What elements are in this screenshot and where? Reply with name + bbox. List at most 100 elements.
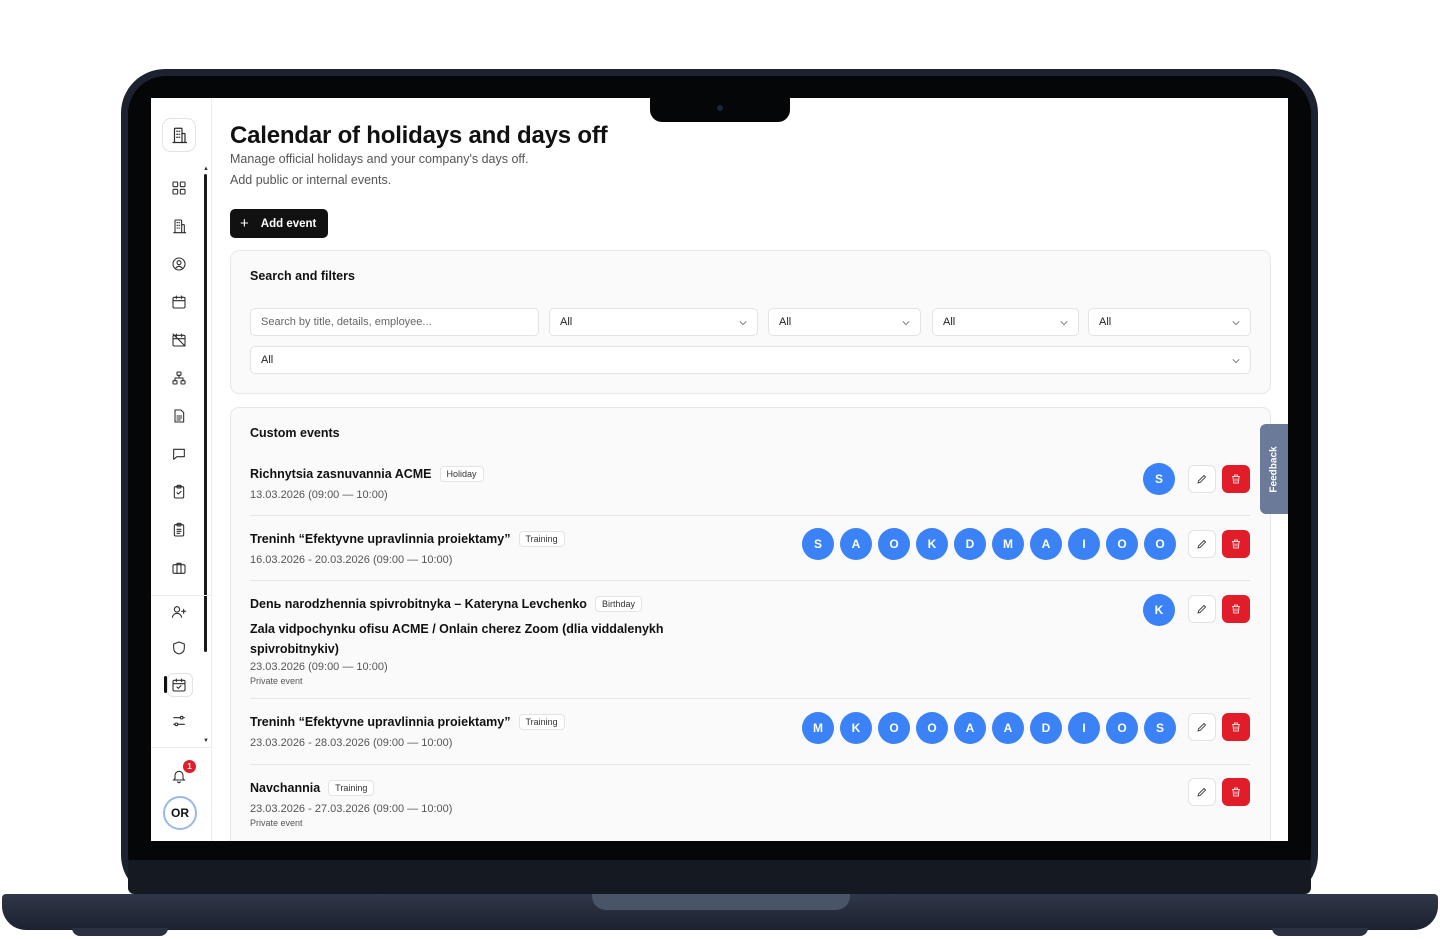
filter-select-5-value: All <box>261 354 274 366</box>
sidebar-scrollbar[interactable] <box>204 174 207 652</box>
filter-select-1[interactable]: All <box>549 308 758 336</box>
row-divider <box>250 764 1251 765</box>
event-date: 23.03.2026 (09:00 — 10:00) <box>250 661 388 673</box>
filter-select-1-value: All <box>560 316 573 328</box>
event-row[interactable]: Richnytsia zasnuvannia ACME Holiday 13.03… <box>250 465 1251 501</box>
delete-button[interactable] <box>1222 713 1250 741</box>
chat-icon[interactable] <box>168 443 190 465</box>
page-subtitle-1: Manage official holidays and your compan… <box>230 152 529 166</box>
company-icon[interactable] <box>168 215 190 237</box>
filters-panel: Search and filters Search by title, deta… <box>230 250 1271 394</box>
add-event-label: Add event <box>260 217 317 230</box>
participant-avatar[interactable]: O <box>1106 528 1138 560</box>
laptop-notch <box>650 97 790 122</box>
participant-avatar[interactable]: A <box>992 712 1024 744</box>
pencil-icon <box>1197 787 1207 797</box>
event-title: Navchannia <box>250 781 321 795</box>
edit-button[interactable] <box>1188 595 1216 623</box>
event-row[interactable]: Navchannia Training 23.03.2026 - 27.03.20… <box>250 779 1251 828</box>
user-avatar[interactable]: OR <box>163 796 197 830</box>
event-type-badge: Holiday <box>439 466 484 482</box>
document-icon[interactable] <box>168 405 190 427</box>
trash-icon <box>1232 474 1240 484</box>
trash-icon <box>1232 722 1240 732</box>
dashboard-icon[interactable] <box>168 177 190 199</box>
sidebar-scroll-down[interactable]: ▼ <box>203 738 209 744</box>
participant-avatar[interactable]: A <box>954 712 986 744</box>
participant-avatar[interactable]: D <box>1030 712 1062 744</box>
participant-avatar[interactable]: A <box>1030 528 1062 560</box>
participant-avatar[interactable]: I <box>1068 712 1100 744</box>
pencil-icon <box>1197 722 1207 732</box>
delete-button[interactable] <box>1222 595 1250 623</box>
filter-select-2-value: All <box>779 316 792 328</box>
calendar-check-icon[interactable] <box>168 674 190 696</box>
participant-avatar[interactable]: O <box>878 712 910 744</box>
pencil-icon <box>1197 474 1207 484</box>
event-title: Richnytsia zasnuvannia ACME <box>250 467 432 481</box>
filters-title: Search and filters <box>250 269 355 283</box>
participant-avatar[interactable]: O <box>1106 712 1138 744</box>
briefcase-icon[interactable] <box>168 557 190 579</box>
sidebar-divider-bottom <box>151 747 211 748</box>
shield-icon[interactable] <box>168 637 190 659</box>
user-plus-icon[interactable] <box>168 601 190 623</box>
participant-avatar[interactable]: O <box>916 712 948 744</box>
edit-button[interactable] <box>1188 713 1216 741</box>
search-input[interactable]: Search by title, details, employee... <box>250 308 539 336</box>
event-row[interactable]: Denь narodzhennia spivrobitnyka – Katery… <box>250 595 1251 686</box>
filter-select-4-value: All <box>1099 316 1112 328</box>
org-chart-icon[interactable] <box>168 367 190 389</box>
edit-button[interactable] <box>1188 530 1216 558</box>
event-type-badge: Training <box>328 780 375 796</box>
page-subtitle-2: Add public or internal events. <box>230 173 392 187</box>
sidebar-scroll-up[interactable]: ▲ <box>203 166 209 172</box>
filter-select-3[interactable]: All <box>932 308 1079 336</box>
edit-button[interactable] <box>1188 778 1216 806</box>
user-circle-icon[interactable] <box>168 253 190 275</box>
feedback-tab[interactable]: Feedback <box>1260 424 1288 514</box>
filter-select-2[interactable]: All <box>768 308 921 336</box>
add-event-button[interactable]: + Add event <box>230 209 328 238</box>
settings-sliders-icon[interactable] <box>168 710 190 732</box>
clipboard-check-icon[interactable] <box>168 481 190 503</box>
delete-button[interactable] <box>1222 778 1250 806</box>
chevron-down-icon <box>1232 318 1240 326</box>
clipboard-list-icon[interactable] <box>168 519 190 541</box>
participant-avatar[interactable]: A <box>840 528 872 560</box>
laptop-chin <box>128 860 1311 894</box>
edit-button[interactable] <box>1188 465 1216 493</box>
participant-avatar[interactable]: M <box>802 712 834 744</box>
building-icon <box>172 127 188 144</box>
laptop-base <box>2 894 1438 930</box>
trash-icon <box>1232 787 1240 797</box>
event-date: 13.03.2026 (09:00 — 10:00) <box>250 489 388 501</box>
event-type-badge: Training <box>518 714 565 730</box>
participant-avatar[interactable]: I <box>1068 528 1100 560</box>
filter-select-4[interactable]: All <box>1088 308 1251 336</box>
participant-avatar[interactable]: O <box>1144 528 1176 560</box>
participants-list: K <box>1143 594 1175 626</box>
participant-avatar[interactable]: K <box>840 712 872 744</box>
participant-avatar[interactable]: K <box>916 528 948 560</box>
participants-list: S A O K D M A I O O <box>802 528 1176 560</box>
laptop-foot-right <box>1272 928 1368 936</box>
participant-avatar[interactable]: S <box>1144 712 1176 744</box>
calendar-off-icon[interactable] <box>168 329 190 351</box>
participant-avatar[interactable]: S <box>802 528 834 560</box>
sidebar-divider <box>151 595 211 596</box>
delete-button[interactable] <box>1222 465 1250 493</box>
participant-avatar[interactable]: M <box>992 528 1024 560</box>
event-location: Zala vidpochynku ofisu ACME / Onlain che… <box>250 622 664 656</box>
participant-avatar[interactable]: S <box>1143 463 1175 495</box>
participant-avatar[interactable]: D <box>954 528 986 560</box>
filter-select-5[interactable]: All <box>250 346 1251 374</box>
calendar-icon[interactable] <box>168 291 190 313</box>
participants-list: M K O O A A D I O S <box>802 712 1176 744</box>
delete-button[interactable] <box>1222 530 1250 558</box>
participant-avatar[interactable]: K <box>1143 594 1175 626</box>
company-logo[interactable] <box>162 118 196 152</box>
participant-avatar[interactable]: O <box>878 528 910 560</box>
chevron-down-icon <box>739 318 747 326</box>
app-screen: ▲ ▼ 1 OR Calendar of holidays and days o… <box>151 98 1288 841</box>
